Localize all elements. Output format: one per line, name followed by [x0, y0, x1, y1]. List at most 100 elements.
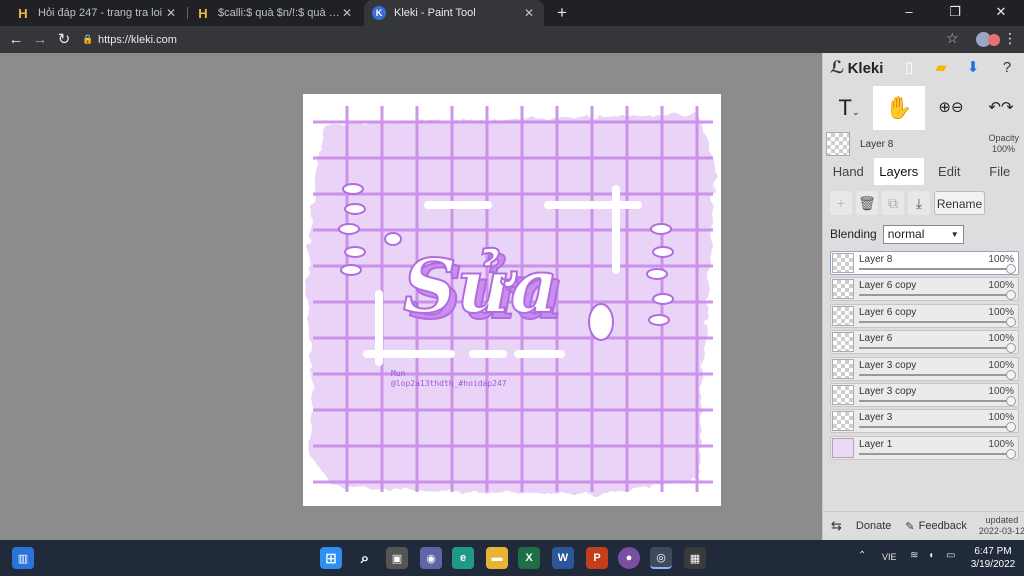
language-indicator[interactable]: VIE	[882, 552, 897, 562]
text-tool-button[interactable]: T⌄	[829, 86, 869, 130]
layer-name: Layer 8	[859, 254, 893, 265]
layer-item[interactable]: Layer 3 copy 100%	[830, 382, 1019, 407]
extension-icon[interactable]	[988, 34, 1000, 46]
show-hidden-icons-icon[interactable]: ⌃	[858, 550, 866, 561]
layer-opacity-slider[interactable]	[859, 373, 1012, 376]
browser-tab-2[interactable]: H $calli:$ quà $n/!:$ quà to thế mn ✕	[188, 0, 362, 26]
layer-opacity-slider[interactable]	[859, 294, 1012, 297]
slider-knob[interactable]	[1006, 395, 1016, 406]
tab-title: Hỏi đáp 247 - trang tra loi	[38, 7, 163, 19]
search-icon[interactable]: ⌕	[354, 547, 376, 569]
zoom-in-out-button[interactable]: ⊕⊖	[929, 86, 973, 130]
menu-icon[interactable]: ⋮	[1003, 30, 1017, 47]
rename-button[interactable]: Rename	[934, 191, 985, 215]
restore-button[interactable]: ❐	[932, 0, 978, 26]
slider-knob[interactable]	[1006, 343, 1016, 354]
layer-opacity-slider[interactable]	[859, 399, 1012, 402]
tab-layers[interactable]: Layers	[873, 158, 924, 185]
drawing-canvas[interactable]: Sửa Sửa Mun @lop2a13thdth_#hoidap247	[303, 94, 721, 506]
layer-item[interactable]: Layer 8 100%	[830, 251, 1019, 275]
tab-hand[interactable]: Hand	[823, 158, 874, 185]
minimize-button[interactable]: –	[886, 0, 932, 26]
slider-knob[interactable]	[1006, 422, 1016, 433]
layer-item[interactable]: Layer 1 100%	[830, 435, 1019, 460]
browser-tab-3[interactable]: K Kleki - Paint Tool ✕	[364, 0, 544, 26]
layer-opacity: 100%	[988, 359, 1014, 371]
kleki-logo[interactable]: ℒ Kleki	[830, 58, 883, 78]
current-layer-info: Layer 8 Opacity 100%	[823, 130, 1024, 158]
layer-item[interactable]: Layer 3 copy 100%	[830, 356, 1019, 381]
slider-knob[interactable]	[1006, 448, 1016, 459]
back-button[interactable]: ←	[6, 30, 26, 50]
updated-label: updated	[985, 515, 1019, 525]
wifi-icon[interactable]: ≋	[910, 550, 918, 561]
powerpoint-icon[interactable]: P	[586, 547, 608, 569]
tab-file[interactable]: File	[975, 158, 1024, 185]
swap-icon[interactable]: ⇆	[831, 518, 842, 534]
layer-opacity-slider[interactable]	[859, 426, 1012, 429]
layer-item[interactable]: Layer 6 copy 100%	[830, 277, 1019, 302]
slider-knob[interactable]	[1006, 264, 1016, 274]
merge-down-icon[interactable]: ⤓	[908, 191, 930, 215]
chrome-icon[interactable]: ◎	[650, 547, 672, 569]
start-icon[interactable]: ⊞	[320, 547, 342, 569]
close-tab-icon[interactable]: ✕	[164, 6, 178, 20]
canvas-area[interactable]: Sửa Sửa Mun @lop2a13thdth_#hoidap247	[0, 53, 822, 540]
address-bar[interactable]: 🔒 https://kleki.com	[82, 29, 972, 50]
slider-knob[interactable]	[1006, 290, 1016, 301]
volume-icon[interactable]: ◖	[928, 550, 934, 561]
layer-name: Layer 1	[859, 438, 893, 450]
layer-opacity-slider[interactable]	[859, 452, 1012, 455]
layer-thumbnail	[832, 411, 854, 432]
slider-knob[interactable]	[1006, 316, 1016, 327]
layer-item[interactable]: Layer 6 100%	[830, 330, 1019, 355]
close-tab-icon[interactable]: ✕	[522, 6, 536, 20]
excel-icon[interactable]: X	[518, 547, 540, 569]
task-view-icon[interactable]: ▣	[386, 547, 408, 569]
tab-edit[interactable]: Edit	[924, 158, 975, 185]
reload-button[interactable]: ↻	[54, 30, 74, 50]
layer-thumbnail	[832, 437, 854, 458]
hand-tool-button[interactable]: ✋	[873, 86, 925, 130]
layer-opacity-slider[interactable]	[859, 320, 1012, 323]
new-tab-button[interactable]: +	[552, 3, 572, 23]
clock-time: 6:47 PM	[974, 546, 1012, 557]
forward-button[interactable]: →	[30, 30, 50, 50]
calculator-icon[interactable]: ▦	[684, 547, 706, 569]
teams-chat-icon[interactable]: ◉	[420, 547, 442, 569]
close-window-button[interactable]: ✕	[978, 0, 1024, 26]
browser-tab-1[interactable]: H Hỏi đáp 247 - trang tra loi ✕	[8, 0, 186, 26]
kleki-sidebar: ℒ Kleki ▯ ▰ ⬇ ? T⌄ ✋ ⊕⊖ ↶↷ Layer 8 Opaci…	[822, 53, 1024, 540]
battery-icon[interactable]: ▭	[946, 550, 955, 561]
layer-thumbnail	[832, 332, 854, 353]
widgets-icon[interactable]: ▥	[12, 547, 34, 569]
add-layer-button[interactable]: +	[830, 191, 852, 215]
blending-select[interactable]: normal ▼	[882, 224, 964, 244]
slider-knob[interactable]	[1006, 369, 1016, 380]
layer-item[interactable]: Layer 3 100%	[830, 409, 1019, 434]
panel-tabs: Hand Layers Edit File	[823, 158, 1024, 185]
open-folder-icon[interactable]: ▰	[931, 58, 951, 78]
layer-opacity-slider[interactable]	[859, 268, 1012, 270]
word-icon[interactable]: W	[552, 547, 574, 569]
donate-link[interactable]: Donate	[856, 520, 891, 532]
layer-name: Layer 6	[859, 333, 893, 345]
delete-layer-icon[interactable]: 🗑	[856, 191, 878, 215]
help-icon[interactable]: ?	[997, 58, 1017, 78]
duplicate-layer-icon[interactable]: ⧉	[882, 191, 904, 215]
layer-item[interactable]: Layer 6 copy 100%	[830, 303, 1019, 328]
edge-icon[interactable]: e	[452, 547, 474, 569]
file-explorer-icon[interactable]: ▬	[486, 547, 508, 569]
chrome-profile-icon[interactable]: ●	[618, 547, 640, 569]
close-tab-icon[interactable]: ✕	[340, 6, 354, 20]
download-icon[interactable]: ⬇	[963, 58, 983, 78]
feedback-link[interactable]: Feedback	[919, 520, 967, 532]
blending-label: Blending	[830, 227, 877, 241]
new-image-icon[interactable]: ▯	[899, 58, 919, 78]
undo-redo-button[interactable]: ↶↷	[979, 86, 1023, 130]
clock[interactable]: 6:47 PM 3/19/2022	[965, 545, 1021, 571]
layer-opacity-slider[interactable]	[859, 347, 1012, 350]
logo-text: Kleki	[847, 59, 884, 77]
bookmark-star-icon[interactable]: ☆	[946, 30, 959, 47]
tab-bar: H Hỏi đáp 247 - trang tra loi ✕ H $calli…	[0, 0, 1024, 26]
